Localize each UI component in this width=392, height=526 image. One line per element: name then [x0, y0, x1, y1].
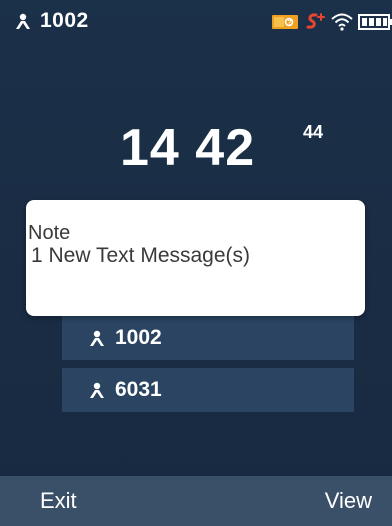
person-icon: [16, 13, 30, 29]
wifi-icon: [331, 13, 353, 31]
voicemail-icon: ?: [272, 15, 298, 29]
battery-icon: [358, 14, 392, 30]
status-bar: 1002 ?: [0, 0, 392, 44]
clock-time: 14 42: [120, 118, 255, 178]
status-account: 1002: [14, 8, 89, 34]
status-icons: ?: [272, 10, 392, 34]
sms-signal-icon: [306, 13, 325, 29]
exit-softkey[interactable]: Exit: [40, 476, 77, 526]
list-item-account-1002[interactable]: 1002: [62, 316, 354, 360]
list-item-label: 1002: [115, 326, 162, 349]
list-item-account-6031[interactable]: 6031: [62, 368, 354, 412]
note-popup: Note 1 New Text Message(s): [26, 200, 365, 316]
person-icon: [90, 382, 104, 398]
clock-hours: 14: [120, 119, 180, 177]
note-title: Note: [28, 222, 71, 244]
note-message: 1 New Text Message(s): [31, 244, 251, 267]
clock-minutes: 42: [195, 119, 256, 177]
person-icon: [90, 330, 104, 346]
phone-screen: 1002 ? 14 42 44 1002 6031 Note 1 New Tex…: [0, 0, 392, 526]
softkey-bar: Exit View: [0, 476, 392, 526]
clock-seconds: 44: [303, 122, 324, 142]
list-item-label: 6031: [115, 378, 162, 401]
svg-text:?: ?: [287, 20, 291, 27]
status-account-label: 1002: [40, 9, 89, 32]
view-softkey[interactable]: View: [325, 476, 372, 526]
